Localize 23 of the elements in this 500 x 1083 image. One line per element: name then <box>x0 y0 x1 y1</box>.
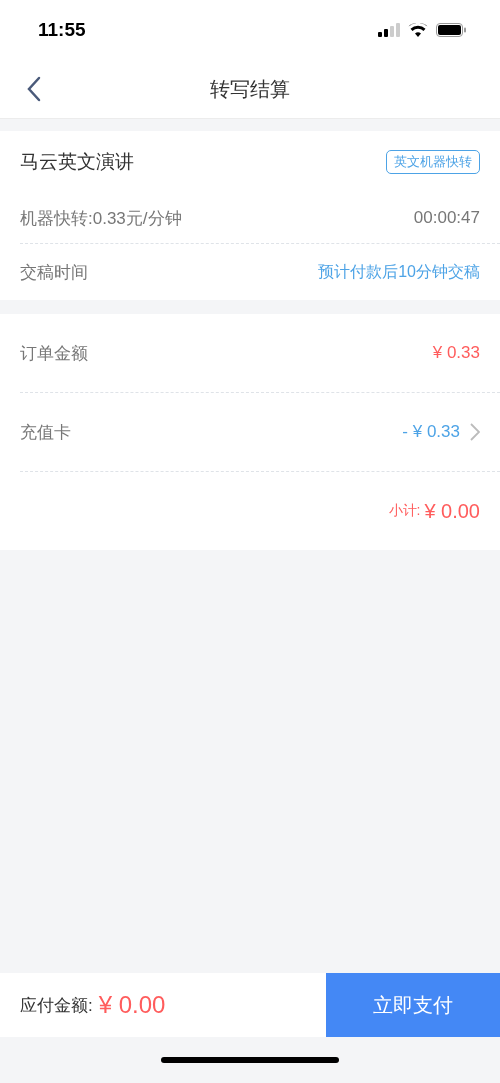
pay-button[interactable]: 立即支付 <box>326 973 500 1037</box>
status-time: 11:55 <box>38 19 86 41</box>
payable-label: 应付金额: <box>20 994 93 1017</box>
charge-value: ¥ 0.33 <box>432 343 480 363</box>
battery-icon <box>436 23 466 37</box>
charge-label: 订单金额 <box>20 342 88 365</box>
page-title: 转写结算 <box>210 76 290 102</box>
charge-value: - ¥ 0.33 <box>402 422 460 442</box>
payable-amount: ¥ 0.00 <box>98 991 166 1019</box>
delivery-label: 交稿时间 <box>20 261 88 284</box>
rate-text: 机器快转:0.33元/分钟 <box>20 207 182 230</box>
chevron-right-icon[interactable] <box>470 423 480 441</box>
wifi-icon <box>408 23 428 37</box>
duration-text: 00:00:47 <box>413 208 480 228</box>
subtotal-value: ¥ 0.00 <box>424 499 480 523</box>
service-tag: 英文机器快转 <box>386 150 480 174</box>
home-indicator[interactable] <box>161 1057 339 1063</box>
back-icon[interactable] <box>27 76 41 102</box>
charge-label: 充值卡 <box>20 421 71 444</box>
signal-icon <box>378 23 400 37</box>
subtotal-label: 小计: <box>388 502 421 520</box>
order-title: 马云英文演讲 <box>20 150 134 174</box>
delivery-value: 预计付款后10分钟交稿 <box>318 261 480 282</box>
